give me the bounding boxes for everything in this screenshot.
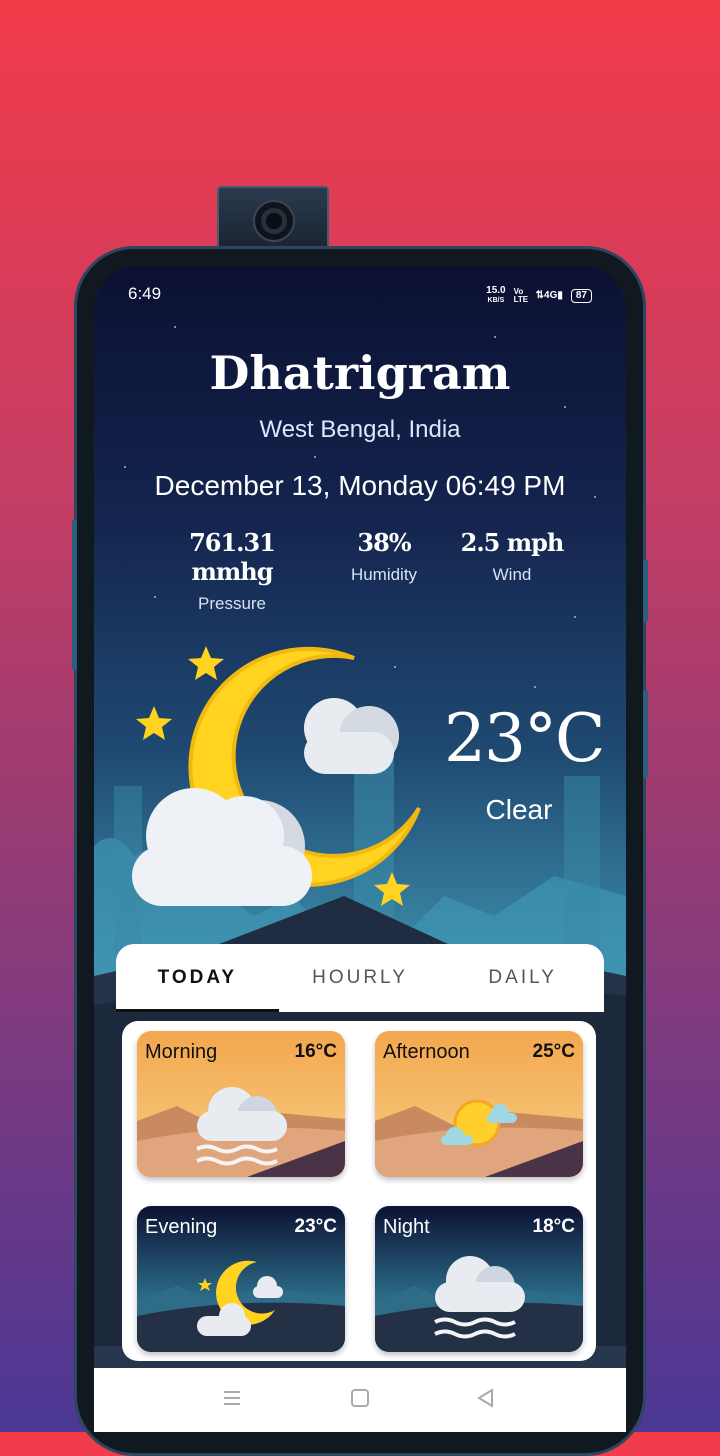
tab-hourly[interactable]: HOURLY	[279, 944, 442, 1012]
period-card-evening[interactable]: Evening 23°C	[137, 1206, 345, 1352]
stat-pressure: 761.31 mmhg Pressure	[152, 528, 312, 614]
stat-value: 761.31 mmhg	[189, 528, 276, 586]
period-name: Morning	[145, 1041, 218, 1063]
region-name: West Bengal, India	[259, 416, 461, 443]
net-speed: 15.0 KB/S	[486, 285, 506, 305]
date-time: December 13, Monday 06:49 PM	[154, 470, 566, 501]
period-name: Evening	[145, 1216, 218, 1238]
current-condition: Clear	[485, 794, 553, 825]
period-name: Night	[383, 1216, 430, 1238]
period-card-morning[interactable]: Morning 16°C	[137, 1031, 345, 1177]
stat-label: Pressure	[197, 594, 267, 613]
period-temp: 23°C	[294, 1216, 337, 1237]
star-icon	[136, 706, 172, 740]
moon-cloud-icon	[132, 646, 421, 906]
cloud-icon	[304, 698, 399, 774]
home-square-icon[interactable]	[350, 1388, 370, 1408]
popup-camera	[217, 186, 329, 250]
app-screen: 6:49 15.0 KB/S Vo LTE ⇅4G▮ 87 Dhatrigram …	[94, 266, 626, 1432]
status-time: 6:49	[128, 284, 162, 303]
period-card-afternoon[interactable]: Afternoon 25°C	[375, 1031, 583, 1177]
camera-lens	[253, 200, 295, 242]
system-nav-bar	[94, 1368, 626, 1432]
period-cards-panel: Morning 16°C Afternoon 25°C Evening 23°C…	[122, 1021, 596, 1361]
period-card-night[interactable]: Night 18°C	[375, 1206, 583, 1352]
city-name: Dhatrigram	[209, 346, 511, 400]
forecast-tabs: TODAY HOURLY DAILY	[116, 944, 604, 1012]
status-bar: 6:49 15.0 KB/S Vo LTE ⇅4G▮ 87	[128, 284, 592, 308]
period-name: Afternoon	[383, 1041, 470, 1063]
stat-wind: 2.5 mph Wind	[432, 528, 592, 585]
current-temperature: 23°C	[444, 700, 605, 777]
volte-icon: Vo LTE	[513, 286, 529, 304]
back-triangle-icon[interactable]	[476, 1388, 496, 1408]
tab-daily[interactable]: DAILY	[441, 944, 604, 1012]
menu-icon[interactable]	[222, 1388, 242, 1408]
star-icon	[188, 646, 224, 680]
stat-label: Wind	[492, 565, 532, 584]
period-temp: 25°C	[532, 1041, 575, 1062]
period-temp: 18°C	[532, 1216, 575, 1237]
star-icon	[374, 872, 410, 906]
cloud-icon	[132, 788, 312, 906]
stat-value: 2.5 mph	[460, 528, 565, 557]
signal-icon: ⇅4G▮	[535, 290, 563, 301]
side-button	[643, 690, 648, 778]
power-button	[643, 560, 648, 622]
volume-button	[72, 520, 77, 670]
tab-today[interactable]: TODAY	[116, 944, 279, 1012]
battery-icon: 87	[570, 288, 592, 303]
period-temp: 16°C	[294, 1041, 337, 1062]
